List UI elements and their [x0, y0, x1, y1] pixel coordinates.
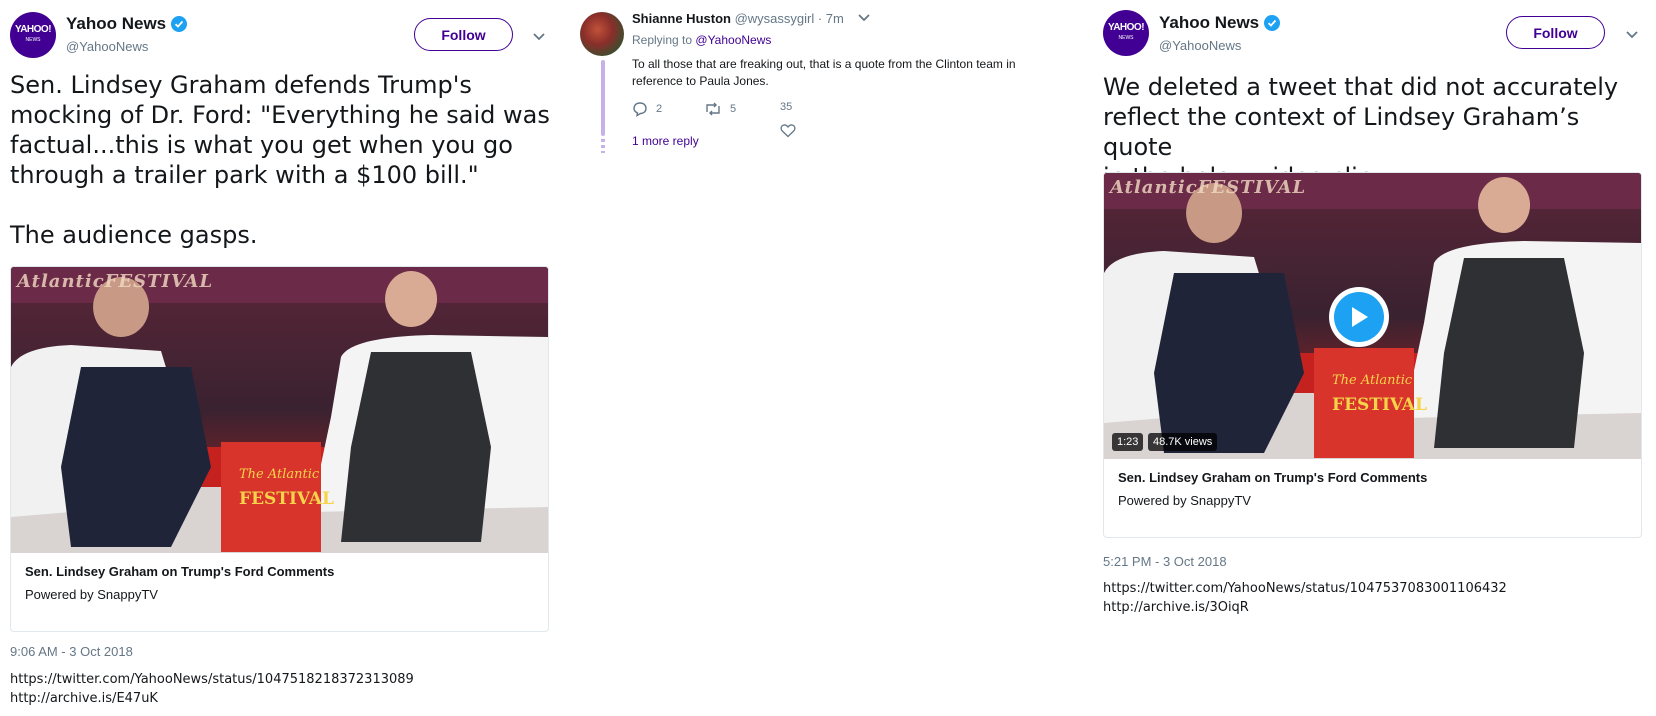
like-count: 35: [780, 101, 793, 113]
tweet-timestamp[interactable]: 5:21 PM - 3 Oct 2018: [1103, 554, 1227, 569]
box-text-top: The Atlantic: [239, 467, 320, 482]
banner-text: AtlanticFESTIVAL: [1110, 177, 1307, 198]
verified-badge-icon: [1264, 15, 1281, 31]
card-source: Powered by SnappyTV: [1118, 493, 1251, 508]
replying-to-link[interactable]: @YahooNews: [695, 33, 771, 47]
video-thumbnail[interactable]: AtlanticFESTIVAL The Atlantic FESTIVAL: [11, 267, 548, 553]
yahoo-news-avatar[interactable]: YAHOO! NEWS: [1103, 10, 1149, 56]
author-handle[interactable]: @YahooNews: [66, 39, 148, 54]
video-card[interactable]: AtlanticFESTIVAL The Atlantic FESTIVAL S…: [10, 266, 549, 632]
author-name-row[interactable]: Yahoo News: [66, 14, 188, 34]
reply-author-row[interactable]: Shianne Huston @wysassygirl · 7m: [632, 11, 871, 26]
follow-button[interactable]: Follow: [414, 18, 513, 51]
chevron-down-icon[interactable]: [532, 32, 546, 42]
reply-avatar[interactable]: [580, 12, 624, 56]
card-title[interactable]: Sen. Lindsey Graham on Trump's Ford Comm…: [1118, 470, 1427, 485]
archive-link: http://archive.is/E47uK: [10, 691, 158, 706]
like-action[interactable]: 35: [780, 101, 792, 113]
reply-icon: [633, 102, 647, 117]
reply-action[interactable]: 2: [632, 101, 662, 117]
video-player[interactable]: AtlanticFESTIVAL The Atlantic FESTIVAL 1…: [1104, 173, 1641, 459]
follow-button[interactable]: Follow: [1506, 16, 1605, 49]
play-icon: [1334, 292, 1384, 342]
card-title[interactable]: Sen. Lindsey Graham on Trump's Ford Comm…: [25, 564, 334, 579]
author-name-row[interactable]: Yahoo News: [1159, 13, 1281, 33]
tweet-text: Sen. Lindsey Graham defends Trump's mock…: [10, 71, 550, 249]
yahoo-news-avatar[interactable]: YAHOO! NEWS: [10, 12, 56, 58]
tweet-link: https://twitter.com/YahooNews/status/104…: [10, 672, 414, 687]
box-text-bottom: FESTIVAL: [239, 489, 334, 509]
retweet-count: 5: [730, 103, 737, 115]
retweet-icon: [706, 102, 720, 116]
author-display-name[interactable]: Yahoo News: [66, 14, 166, 34]
reply-tweet: Shianne Huston @wysassygirl · 7m Replyin…: [580, 0, 1080, 200]
box-text-top: The Atlantic: [1332, 373, 1413, 388]
heart-icon[interactable]: [780, 123, 796, 138]
original-tweet: YAHOO! NEWS Yahoo News @YahooNews Follow…: [0, 0, 560, 716]
video-duration: 1:23: [1112, 433, 1144, 451]
reply-text: To all those that are freaking out, that…: [632, 57, 1016, 88]
thread-dots: [601, 139, 605, 153]
box-text-bottom: FESTIVAL: [1332, 395, 1427, 415]
chevron-down-icon[interactable]: [1625, 30, 1639, 40]
author-display-name[interactable]: Yahoo News: [1159, 13, 1259, 33]
retweet-action[interactable]: 5: [704, 101, 736, 117]
card-source: Powered by SnappyTV: [25, 587, 158, 602]
tweet-timestamp[interactable]: 9:06 AM - 3 Oct 2018: [10, 644, 133, 659]
banner-text: AtlanticFESTIVAL: [17, 271, 214, 292]
more-replies-link[interactable]: 1 more reply: [632, 134, 699, 148]
author-handle[interactable]: @YahooNews: [1159, 38, 1241, 53]
chevron-down-icon[interactable]: [857, 13, 871, 23]
video-views: 48.7K views: [1148, 433, 1218, 451]
replying-prefix: Replying to: [632, 33, 693, 47]
play-button[interactable]: [1329, 287, 1389, 347]
thread-line: [601, 60, 605, 136]
video-card[interactable]: AtlanticFESTIVAL The Atlantic FESTIVAL 1…: [1103, 172, 1642, 538]
reply-count: 2: [656, 103, 663, 115]
reply-display-name[interactable]: Shianne Huston: [632, 11, 731, 26]
reply-time[interactable]: · 7m: [818, 11, 844, 26]
correction-tweet: YAHOO! NEWS Yahoo News @YahooNews Follow…: [1095, 0, 1656, 716]
archive-link: http://archive.is/3OiqR: [1103, 600, 1249, 615]
reply-handle[interactable]: @wysassygirl: [735, 11, 815, 26]
replying-to: Replying to @YahooNews: [632, 33, 771, 47]
tweet-link: https://twitter.com/YahooNews/status/104…: [1103, 581, 1507, 596]
verified-badge-icon: [171, 16, 188, 32]
